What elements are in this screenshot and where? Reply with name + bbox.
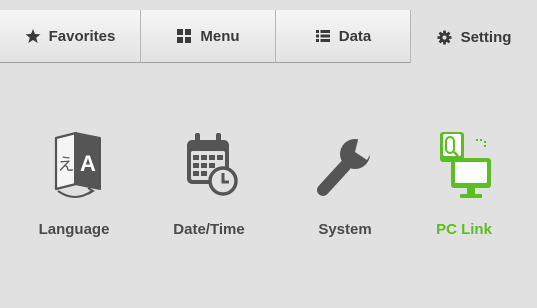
calendar-clock-icon — [179, 128, 239, 200]
tab-favorites-label: Favorites — [48, 27, 116, 45]
grid-icon — [176, 28, 192, 44]
system-label: System — [318, 221, 372, 238]
pc-link-label: PC Link — [436, 221, 492, 238]
datetime-label: Date/Time — [173, 221, 245, 238]
list-icon — [315, 28, 331, 44]
pc-link-icon — [434, 128, 494, 200]
star-icon — [25, 28, 41, 44]
language-label: Language — [38, 221, 110, 238]
tab-setting-label: Setting — [460, 28, 512, 46]
svg-text:A: A — [80, 151, 96, 176]
pc-link-setting[interactable]: PC Link — [404, 128, 524, 248]
tab-data[interactable]: Data — [276, 10, 411, 63]
tab-bar: Favorites Menu Data Setting — [0, 10, 537, 64]
language-icon: え A — [44, 128, 104, 200]
gear-icon — [437, 29, 453, 45]
datetime-setting[interactable]: Date/Time — [149, 128, 269, 248]
language-setting[interactable]: え A Language — [14, 128, 134, 248]
tab-setting[interactable]: Setting — [411, 10, 537, 64]
svg-text:え: え — [58, 155, 75, 175]
tab-menu[interactable]: Menu — [141, 10, 276, 63]
settings-screen: Favorites Menu Data Setting え A Language… — [0, 0, 537, 308]
tab-data-label: Data — [338, 27, 372, 45]
tab-menu-label: Menu — [200, 27, 240, 45]
system-setting[interactable]: System — [285, 128, 405, 248]
wrench-icon — [315, 128, 375, 200]
tab-favorites[interactable]: Favorites — [0, 10, 141, 63]
